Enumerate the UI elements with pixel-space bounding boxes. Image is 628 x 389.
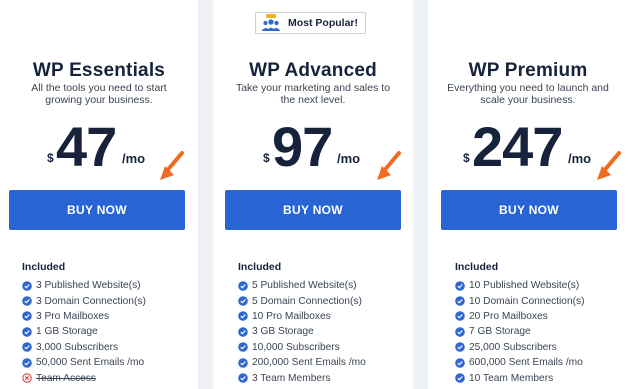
included-heading: Included xyxy=(455,261,499,273)
verified-check-icon xyxy=(22,327,32,337)
feature-label: 5 Published Website(s) xyxy=(252,280,357,292)
feature-item: 5 Domain Connection(s) xyxy=(238,293,366,308)
feature-label: 600,000 Sent Emails /mo xyxy=(469,357,583,369)
verified-check-icon xyxy=(238,342,248,353)
verified-check-icon xyxy=(455,342,465,353)
feature-list: 3 Published Website(s) 3 Domain Connecti… xyxy=(22,278,146,386)
feature-item: 7 GB Storage xyxy=(455,324,585,339)
verified-check-icon xyxy=(22,280,32,291)
feature-item: 10 Pro Mailboxes xyxy=(238,309,366,324)
feature-item: 1 GB Storage xyxy=(22,324,146,339)
feature-item: 3 Team Members xyxy=(238,370,366,385)
buy-now-button[interactable]: BUY NOW xyxy=(441,190,617,230)
feature-item: 50,000 Sent Emails /mo xyxy=(22,355,146,370)
feature-label: 3 GB Storage xyxy=(252,326,314,338)
price-currency: $ xyxy=(263,151,270,165)
price-period: /mo xyxy=(122,151,146,166)
feature-item: 5 Published Website(s) xyxy=(238,278,366,293)
feature-item-excluded: Team Access xyxy=(22,370,146,385)
verified-check-icon xyxy=(238,373,248,383)
feature-label: 10,000 Subscribers xyxy=(252,341,340,353)
included-heading: Included xyxy=(22,261,66,273)
feature-label: 3,000 Subscribers xyxy=(36,341,119,353)
orange-arrow-icon xyxy=(597,151,621,180)
feature-label: 10 Team Members xyxy=(469,372,554,384)
verified-check-icon xyxy=(22,311,32,322)
plan-description: Take your marketing and sales to the nex… xyxy=(235,82,391,106)
plan-title: WP Premium xyxy=(468,60,588,81)
verified-check-icon xyxy=(238,296,248,306)
price-period: /mo xyxy=(337,151,361,166)
plan-card-premium: WP Premium Everything you need to launch… xyxy=(428,0,628,389)
verified-check-icon xyxy=(455,311,465,322)
feature-item: 10 Published Website(s) xyxy=(455,278,585,293)
plan-title: WP Advanced xyxy=(249,60,377,81)
feature-label: 50,000 Sent Emails /mo xyxy=(36,357,145,369)
price-amount: 247 xyxy=(472,115,563,178)
most-popular-badge: Most Popular! xyxy=(255,12,366,34)
verified-check-icon xyxy=(22,357,32,368)
price-currency: $ xyxy=(463,151,470,165)
verified-check-icon xyxy=(455,357,465,368)
feature-label: 10 Published Website(s) xyxy=(469,280,580,292)
verified-check-icon xyxy=(455,373,465,383)
feature-label: 7 GB Storage xyxy=(469,326,531,338)
feature-item: 25,000 Subscribers xyxy=(455,340,585,355)
plan-description: All the tools you need to start growing … xyxy=(31,82,167,106)
feature-list: 5 Published Website(s) 5 Domain Connecti… xyxy=(238,278,366,386)
plan-card-advanced: Most Popular! WP Advanced Take your mark… xyxy=(213,0,413,389)
feature-item: 3 Published Website(s) xyxy=(22,278,146,293)
plan-description: Everything you need to launch and scale … xyxy=(447,82,609,106)
feature-item: 200,000 Sent Emails /mo xyxy=(238,355,366,370)
feature-label: 25,000 Subscribers xyxy=(469,341,557,353)
feature-item: 600,000 Sent Emails /mo xyxy=(455,355,585,370)
buy-now-button[interactable]: BUY NOW xyxy=(225,190,401,230)
feature-item: 3,000 Subscribers xyxy=(22,340,146,355)
feature-item: 10 Team Members xyxy=(455,370,585,385)
orange-arrow-icon xyxy=(160,151,184,180)
verified-check-icon xyxy=(238,311,248,322)
feature-label: 200,000 Sent Emails /mo xyxy=(252,357,366,369)
feature-label: 5 Domain Connection(s) xyxy=(252,295,362,307)
feature-item: 3 Pro Mailboxes xyxy=(22,309,146,324)
included-heading: Included xyxy=(238,261,282,273)
team-icon xyxy=(261,14,281,31)
verified-check-icon xyxy=(455,327,465,337)
verified-check-icon xyxy=(22,342,32,353)
feature-item: 20 Pro Mailboxes xyxy=(455,309,585,324)
feature-label: 1 GB Storage xyxy=(36,326,98,338)
badge-label: Most Popular! xyxy=(288,17,358,29)
feature-label: Team Access xyxy=(36,372,97,384)
plan-title: WP Essentials xyxy=(32,60,166,81)
price-period: /mo xyxy=(568,151,592,166)
feature-item: 10 Domain Connection(s) xyxy=(455,293,585,308)
feature-item: 10,000 Subscribers xyxy=(238,340,366,355)
orange-arrow-icon xyxy=(377,151,401,180)
feature-label: 3 Pro Mailboxes xyxy=(36,310,110,322)
feature-item: 3 GB Storage xyxy=(238,324,366,339)
plan-card-essentials: WP Essentials All the tools you need to … xyxy=(0,0,198,389)
verified-check-icon xyxy=(238,357,248,368)
feature-item: 3 Domain Connection(s) xyxy=(22,293,146,308)
verified-check-icon xyxy=(238,280,248,291)
feature-list: 10 Published Website(s) 10 Domain Connec… xyxy=(455,278,585,386)
verified-check-icon xyxy=(238,327,248,337)
feature-label: 10 Domain Connection(s) xyxy=(469,295,585,307)
buy-now-button[interactable]: BUY NOW xyxy=(9,190,185,230)
price-amount: 97 xyxy=(272,115,333,178)
price-amount: 47 xyxy=(56,115,117,178)
feature-label: 3 Team Members xyxy=(252,372,331,384)
x-circle-icon xyxy=(22,373,32,383)
feature-label: 3 Domain Connection(s) xyxy=(36,295,146,307)
verified-check-icon xyxy=(455,280,465,291)
verified-check-icon xyxy=(455,296,465,306)
feature-label: 20 Pro Mailboxes xyxy=(469,310,548,322)
price-currency: $ xyxy=(47,151,54,165)
verified-check-icon xyxy=(22,296,32,306)
feature-label: 3 Published Website(s) xyxy=(36,280,141,292)
feature-label: 10 Pro Mailboxes xyxy=(252,310,331,322)
